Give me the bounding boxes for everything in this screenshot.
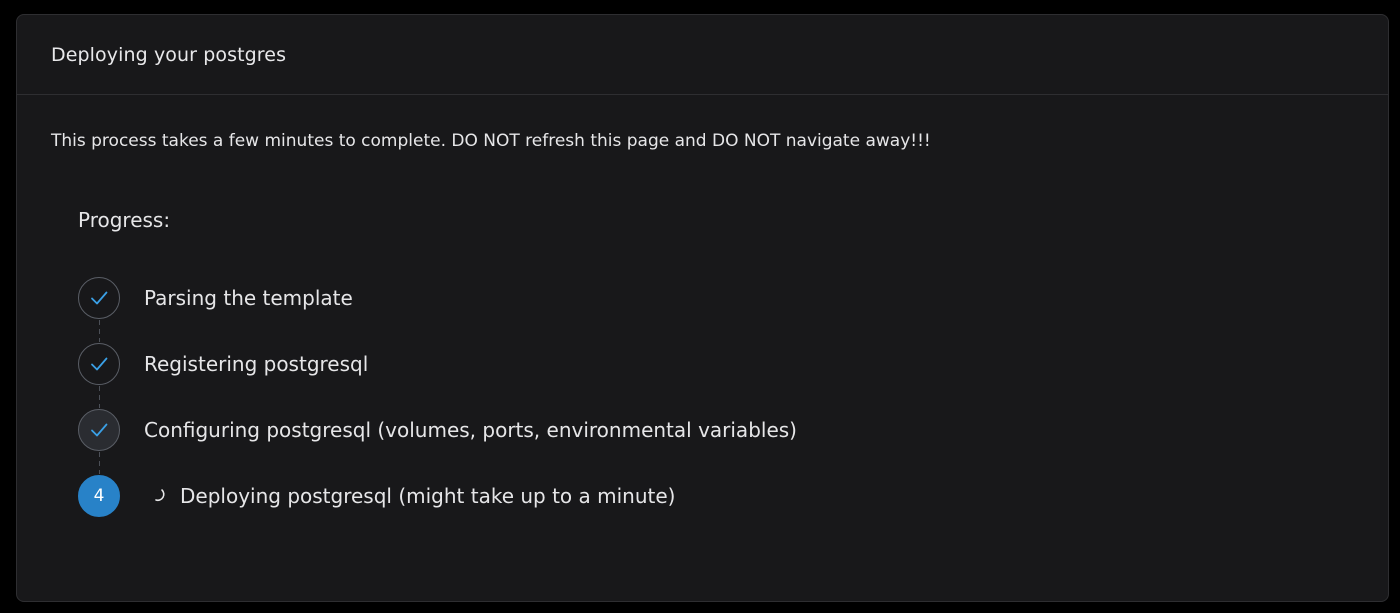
step-2-status (78, 343, 120, 385)
step-connector (99, 386, 100, 408)
progress-label: Progress: (78, 208, 171, 232)
page-title: Deploying your postgres (51, 43, 287, 66)
step-connector (99, 320, 100, 342)
step-3-status (78, 409, 120, 451)
deploy-card: Deploying your postgres This process tak… (16, 14, 1389, 602)
warning-notice: This process takes a few minutes to comp… (51, 131, 931, 151)
step-parsing: Parsing the template (78, 277, 797, 343)
card-header: Deploying your postgres (17, 15, 1388, 95)
progress-steps: Parsing the template Registering postgre… (78, 277, 797, 541)
step-label: Deploying postgresql (might take up to a… (180, 484, 676, 508)
step-registering: Registering postgresql (78, 343, 797, 409)
check-icon (91, 357, 108, 371)
step-label: Parsing the template (144, 286, 353, 310)
check-icon (91, 423, 108, 437)
check-icon (91, 291, 108, 305)
step-1-status (78, 277, 120, 319)
step-4-number: 4 (78, 475, 120, 517)
step-connector (99, 452, 100, 474)
spinner-icon (155, 489, 165, 502)
step-deploying: 4 Deploying postgresql (might take up to… (78, 475, 797, 541)
step-label: Registering postgresql (144, 352, 369, 376)
step-configuring: Configuring postgresql (volumes, ports, … (78, 409, 797, 475)
step-label: Configuring postgresql (volumes, ports, … (144, 418, 797, 442)
